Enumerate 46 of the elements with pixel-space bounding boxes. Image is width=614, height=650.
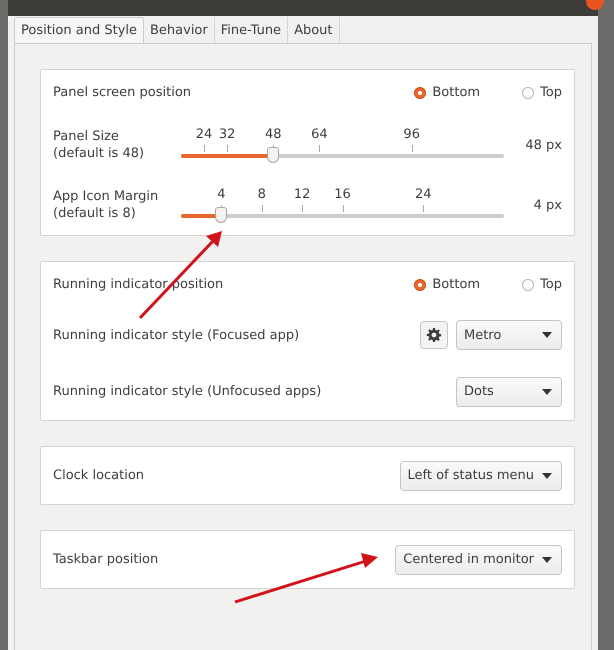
tick-label: 24 xyxy=(196,127,212,142)
radio-option[interactable]: Top xyxy=(522,85,562,100)
tick-label: 16 xyxy=(334,187,351,202)
radio-icon[interactable] xyxy=(414,86,426,98)
dropdown[interactable]: Centered in monitor xyxy=(395,544,562,574)
setting-label: Running indicator style (Focused app) xyxy=(53,328,300,342)
tick-label: 32 xyxy=(218,127,236,142)
settings-icon xyxy=(426,327,442,343)
caret-icon xyxy=(542,388,552,394)
slider[interactable] xyxy=(181,204,504,224)
setting-label: Clock location xyxy=(53,468,146,483)
tick-label: 48 xyxy=(265,127,282,142)
tick-label: 24 xyxy=(414,187,432,202)
tab[interactable]: Position and Style xyxy=(14,17,144,43)
caret-icon xyxy=(542,332,552,338)
settings-button[interactable] xyxy=(420,321,448,349)
setting-label: Taskbar position xyxy=(53,552,160,567)
radio-icon[interactable] xyxy=(522,278,534,290)
tick-label: 64 xyxy=(311,127,328,142)
setting-label: Running indicator style (Unfocused apps) xyxy=(53,384,322,399)
setting-label: App Icon Margin (default is 8) xyxy=(53,188,160,222)
tick-label: 12 xyxy=(294,187,310,202)
caret-icon xyxy=(542,556,552,562)
tab[interactable]: Fine-Tune xyxy=(214,17,288,43)
slider-thumb[interactable] xyxy=(267,147,280,163)
tick-label: 96 xyxy=(403,127,420,142)
tick-label: 4 xyxy=(217,187,226,202)
radio-option[interactable]: Bottom xyxy=(414,85,480,100)
radio-option[interactable]: Top xyxy=(522,277,562,292)
setting-label: Panel Size (default is 48) xyxy=(53,128,146,162)
radio-option[interactable]: Bottom xyxy=(414,277,480,292)
dropdown[interactable]: Metro xyxy=(456,320,562,350)
slider-value: 4 px xyxy=(532,198,562,212)
tick-label: 8 xyxy=(258,187,266,202)
dropdown[interactable]: Dots xyxy=(456,376,562,406)
radio-icon[interactable] xyxy=(522,86,534,98)
slider-thumb[interactable] xyxy=(215,207,228,223)
tab[interactable]: Behavior xyxy=(144,17,215,43)
dropdown[interactable]: Left of status menu xyxy=(400,460,562,490)
setting-label: Panel screen position xyxy=(53,85,192,100)
caret-icon xyxy=(542,472,552,478)
setting-label: Running indicator position xyxy=(53,277,224,292)
radio-icon[interactable] xyxy=(414,278,426,290)
tab[interactable]: About xyxy=(288,17,340,43)
slider[interactable] xyxy=(181,144,504,164)
slider-value: 48 px xyxy=(524,138,562,152)
